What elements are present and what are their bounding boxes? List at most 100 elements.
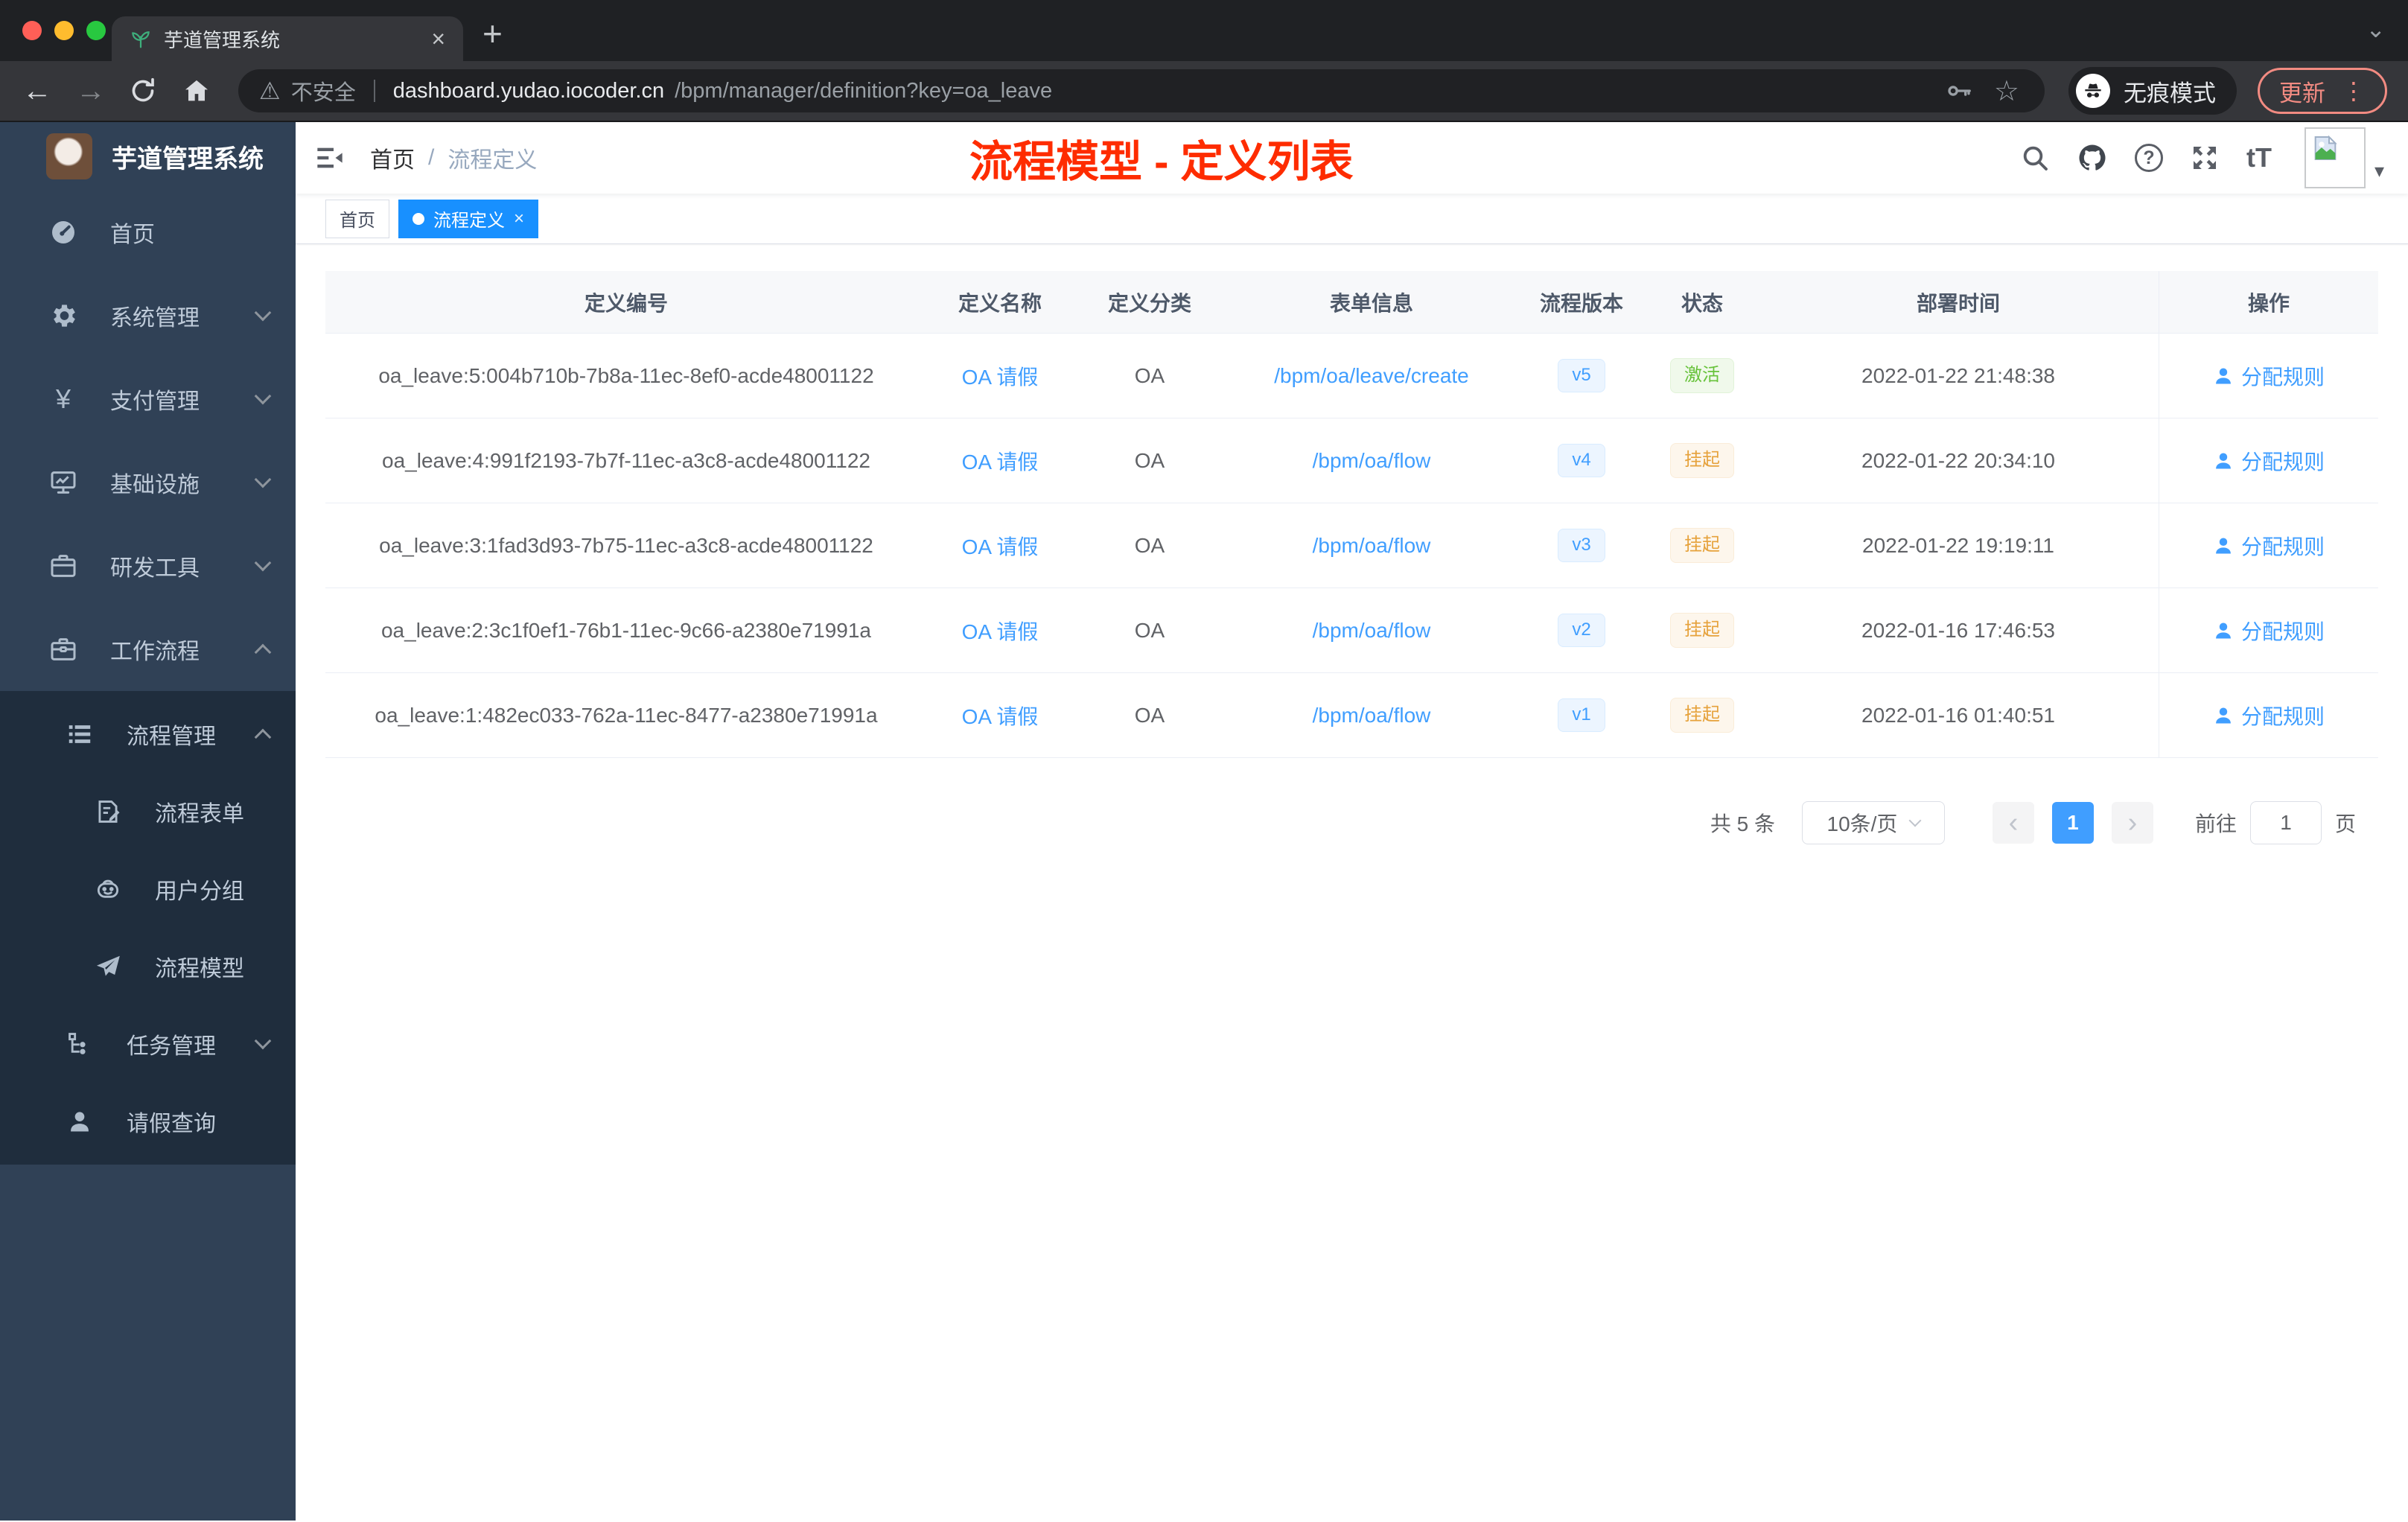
prev-page-button[interactable]: ‹ [1992,802,2034,844]
window-controls[interactable] [22,21,106,40]
pagination: 共 5 条 10条/页 ‹ 1 › 前往 页 [325,801,2378,844]
home-button[interactable] [182,76,214,106]
search-icon[interactable] [2020,143,2050,173]
sidebar-item-process-form[interactable]: 流程表单 [0,773,296,850]
bookmark-star-icon[interactable]: ☆ [1994,74,2019,108]
assign-rule-link[interactable]: 分配规则 [2213,701,2325,730]
sidebar-item-label: 研发工具 [110,556,200,581]
app-logo[interactable]: 芋道管理系统 [0,122,296,191]
person-icon [63,1107,97,1136]
breadcrumb: 首页 / 流程定义 [370,141,537,174]
definition-id-cell: oa_leave:4:991f2193-7b7f-11ec-a3c8-acde4… [382,448,870,472]
sidebar-item-task-management[interactable]: 任务管理 [0,1005,296,1083]
github-icon[interactable] [2077,142,2108,173]
assign-rule-link[interactable]: 分配规则 [2213,616,2325,646]
table-header-row: 定义编号 定义名称 定义分类 表单信息 流程版本 状态 部署时间 操作 [325,271,2378,334]
definition-id-cell: oa_leave:1:482ec033-762a-11ec-8477-a2380… [375,703,878,727]
browser-update-button[interactable]: 更新 ⋮ [2258,68,2387,114]
sidebar-item-payment-management[interactable]: ¥ 支付管理 [0,357,296,441]
breadcrumb-separator: / [428,145,435,170]
page-size-select[interactable]: 10条/页 [1801,801,1945,844]
forward-button[interactable]: → [74,76,107,106]
definition-name-link[interactable]: OA 请假 [962,701,1039,730]
next-page-button[interactable]: › [2111,802,2153,844]
table-row: oa_leave:1:482ec033-762a-11ec-8477-a2380… [325,673,2378,758]
status-tag: 挂起 [1670,443,1734,478]
close-window-button[interactable] [22,21,42,40]
form-info-link[interactable]: /bpm/oa/flow [1313,534,1431,558]
assign-rule-link[interactable]: 分配规则 [2213,361,2325,391]
tag-process-definition[interactable]: 流程定义 × [398,199,539,238]
fullscreen-icon[interactable] [2190,143,2220,173]
chevron-down-icon [254,304,272,322]
tag-close-icon[interactable]: × [514,208,524,229]
chevron-down-icon [254,387,272,405]
minimize-window-button[interactable] [54,21,74,40]
tab-title: 芋道管理系统 [164,28,281,51]
assign-rule-link[interactable]: 分配规则 [2213,531,2325,561]
sidebar-item-label: 用户分组 [155,879,244,904]
column-header: 定义分类 [1107,291,1191,315]
new-tab-button[interactable]: + [482,13,503,54]
deploy-time-cell: 2022-01-16 17:46:53 [1861,618,2055,642]
sidebar: 芋道管理系统 首页 系统管理 ¥ 支付管理 基础设施 研发工具 工作流程 流程管… [0,122,296,1521]
form-info-link[interactable]: /bpm/oa/flow [1313,704,1431,727]
current-page-button[interactable]: 1 [2051,802,2094,844]
definition-id-cell: oa_leave:5:004b710b-7b8a-11ec-8ef0-acde4… [378,363,874,387]
breadcrumb-home-link[interactable]: 首页 [370,141,415,174]
tab-close-icon[interactable]: × [431,25,445,53]
browser-tab[interactable]: 芋道管理系统 × [112,16,463,61]
definition-name-link[interactable]: OA 请假 [962,616,1039,646]
definition-name-link[interactable]: OA 请假 [962,446,1039,476]
definition-table: 定义编号 定义名称 定义分类 表单信息 流程版本 状态 部署时间 操作 oa_l… [325,271,2378,758]
deploy-time-cell: 2022-01-16 01:40:51 [1861,703,2055,727]
tab-search-chevron-icon[interactable]: ⌄ [2366,15,2386,43]
browser-menu-dots-icon[interactable]: ⋮ [2342,77,2366,105]
security-label: 不安全 [290,81,356,105]
definition-name-link[interactable]: OA 请假 [962,531,1039,561]
goto-unit-label: 页 [2334,812,2356,835]
sidebar-item-system-management[interactable]: 系统管理 [0,274,296,357]
definition-name-link[interactable]: OA 请假 [962,361,1039,391]
user-icon [2213,705,2234,726]
assign-rule-link[interactable]: 分配规则 [2213,446,2325,476]
form-info-link[interactable]: /bpm/oa/flow [1313,449,1431,473]
sidebar-item-home[interactable]: 首页 [0,191,296,274]
sidebar-item-process-model[interactable]: 流程模型 [0,928,296,1005]
top-navbar: 首页 / 流程定义 流程模型 - 定义列表 ? tT ▾ [296,122,2408,194]
address-bar[interactable]: ⚠ 不安全 dashboard.yudao.iocoder.cn/bpm/man… [238,69,2045,112]
column-header-actions: 操作 [2159,271,2378,333]
table-row: oa_leave:3:1fad3d93-7b75-11ec-a3c8-acde4… [325,503,2378,588]
reload-button[interactable] [128,76,161,106]
password-key-icon[interactable] [1945,77,1973,105]
sidebar-item-workflow[interactable]: 工作流程 [0,608,296,691]
chevron-down-icon [254,554,272,572]
user-icon [2213,366,2234,386]
sidebar-item-leave-query[interactable]: 请假查询 [0,1083,296,1160]
maximize-window-button[interactable] [86,21,106,40]
sidebar-item-label: 任务管理 [127,1034,216,1059]
page-annotation: 流程模型 - 定义列表 [969,138,1354,186]
sidebar-item-process-management[interactable]: 流程管理 [0,695,296,773]
user-avatar-menu[interactable]: ▾ [2304,127,2384,188]
yen-icon: ¥ [55,383,71,414]
hamburger-icon[interactable] [315,143,345,173]
tree-icon [63,1030,97,1058]
tags-view-bar: 首页 流程定义 × [296,194,2408,244]
sidebar-item-user-group[interactable]: 用户分组 [0,850,296,928]
font-size-icon[interactable]: tT [2246,142,2272,173]
sidebar-item-infrastructure[interactable]: 基础设施 [0,441,296,524]
table-row: oa_leave:2:3c1f0ef1-76b1-11ec-9c66-a2380… [325,588,2378,673]
form-info-link[interactable]: /bpm/oa/leave/create [1274,364,1469,388]
back-button[interactable]: ← [21,76,54,106]
chevron-down-icon [254,1032,272,1050]
paper-plane-icon [91,952,125,981]
tag-home[interactable]: 首页 [325,199,389,238]
help-icon[interactable]: ? [2134,144,2163,172]
goto-page-input[interactable] [2249,801,2322,844]
version-tag: v5 [1558,359,1605,392]
chevron-down-icon [254,471,272,488]
security-warning-icon[interactable]: ⚠ [259,77,281,105]
form-info-link[interactable]: /bpm/oa/flow [1313,619,1431,643]
sidebar-item-dev-tools[interactable]: 研发工具 [0,524,296,608]
